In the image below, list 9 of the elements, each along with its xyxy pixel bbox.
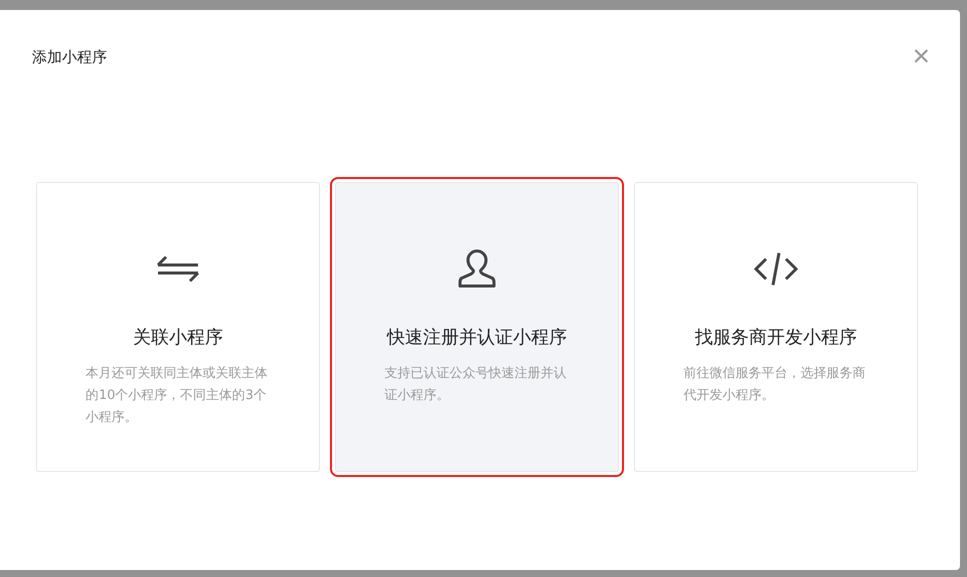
option-title: 关联小程序 [133, 326, 223, 349]
option-card[interactable]: 关联小程序 本月还可关联同主体或关联主体的10个小程序，不同主体的3个小程序。 [36, 182, 320, 472]
option-description: 前往微信服务平台，选择服务商代开发小程序。 [684, 365, 867, 405]
dialog-title: 添加小程序 [32, 48, 107, 66]
option-title: 找服务商开发小程序 [695, 326, 857, 349]
option-title: 快速注册并认证小程序 [387, 326, 567, 349]
option-card[interactable]: 找服务商开发小程序 前往微信服务平台，选择服务商代开发小程序。 [634, 182, 918, 472]
option-description: 支持已认证公众号快速注册并认证小程序。 [384, 365, 568, 405]
option-description: 本月还可关联同主体或关联主体的10个小程序，不同主体的3个小程序。 [86, 365, 269, 427]
